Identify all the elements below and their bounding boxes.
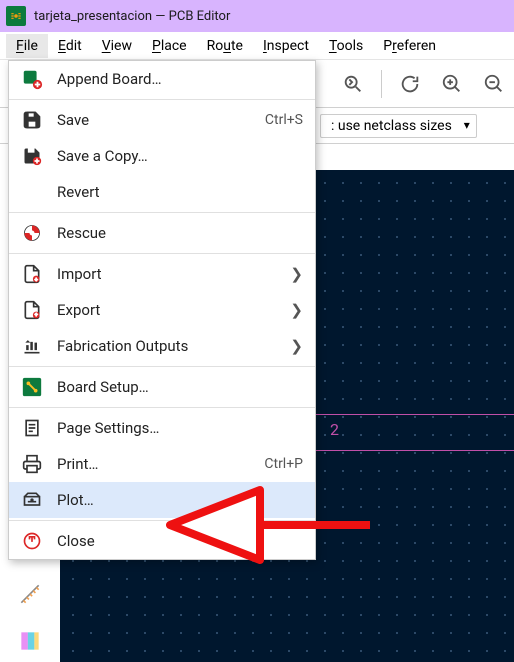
- find-icon[interactable]: [339, 70, 367, 98]
- annotation-arrow: [160, 470, 380, 580]
- append-board-icon: [21, 68, 43, 90]
- menu-append-board[interactable]: Append Board…: [9, 61, 315, 97]
- menu-label: Rescue: [57, 224, 303, 242]
- separator: [9, 99, 315, 100]
- menu-page-settings[interactable]: Page Settings…: [9, 410, 315, 446]
- chevron-right-icon: ❯: [290, 265, 303, 283]
- menubar: File Edit View Place Route Inspect Tools…: [0, 32, 514, 60]
- canvas-label: 2: [330, 420, 339, 439]
- print-icon: [21, 453, 43, 475]
- page-settings-icon: [21, 417, 43, 439]
- close-icon: [21, 530, 43, 552]
- chevron-right-icon: ❯: [290, 337, 303, 355]
- menu-label: Save a Copy…: [57, 147, 303, 165]
- menu-save[interactable]: Save Ctrl+S: [9, 102, 315, 138]
- menu-label: Save: [57, 111, 251, 129]
- measure-icon[interactable]: [8, 574, 52, 615]
- colors-icon[interactable]: [8, 621, 52, 662]
- refresh-icon[interactable]: [396, 70, 424, 98]
- save-icon: [21, 109, 43, 131]
- separator: [9, 407, 315, 408]
- menu-label: Import: [57, 265, 276, 283]
- menu-view[interactable]: View: [92, 34, 142, 58]
- separator: [9, 212, 315, 213]
- menu-rescue[interactable]: Rescue: [9, 215, 315, 251]
- menu-edit[interactable]: Edit: [48, 34, 92, 58]
- app-icon: [6, 6, 26, 26]
- export-icon: [21, 299, 43, 321]
- menu-route[interactable]: Route: [197, 34, 253, 58]
- menu-save-copy[interactable]: Save a Copy…: [9, 138, 315, 174]
- rescue-icon: [21, 222, 43, 244]
- menu-label: Page Settings…: [57, 419, 303, 437]
- window-title: tarjeta_presentacion — PCB Editor: [34, 9, 230, 24]
- menu-label: Append Board…: [57, 70, 303, 88]
- zoom-in-icon[interactable]: [438, 70, 466, 98]
- fabrication-icon: [21, 335, 43, 357]
- chevron-right-icon: ❯: [290, 301, 303, 319]
- menu-label: Board Setup…: [57, 378, 303, 396]
- menu-label: Revert: [57, 183, 303, 201]
- titlebar: tarjeta_presentacion — PCB Editor: [0, 0, 514, 32]
- menu-label: Fabrication Outputs: [57, 337, 276, 355]
- menu-import[interactable]: Import ❯: [9, 256, 315, 292]
- menu-preferences[interactable]: Preferen: [373, 34, 446, 58]
- menu-fabrication[interactable]: Fabrication Outputs ❯: [9, 328, 315, 364]
- menu-tools[interactable]: Tools: [319, 34, 373, 58]
- menu-export[interactable]: Export ❯: [9, 292, 315, 328]
- menu-label: Export: [57, 301, 276, 319]
- import-icon: [21, 263, 43, 285]
- menu-board-setup[interactable]: Board Setup…: [9, 369, 315, 405]
- plot-icon: [21, 489, 43, 511]
- separator: [9, 366, 315, 367]
- save-copy-icon: [21, 145, 43, 167]
- menu-file[interactable]: File: [6, 34, 48, 58]
- menu-inspect[interactable]: Inspect: [253, 34, 319, 58]
- netclass-dropdown[interactable]: : use netclass sizes: [320, 114, 477, 138]
- board-setup-icon: [21, 376, 43, 398]
- zoom-out-icon[interactable]: [480, 70, 508, 98]
- menu-place[interactable]: Place: [142, 34, 197, 58]
- separator: [9, 253, 315, 254]
- menu-revert[interactable]: Revert: [9, 174, 315, 210]
- shortcut: Ctrl+S: [265, 112, 303, 128]
